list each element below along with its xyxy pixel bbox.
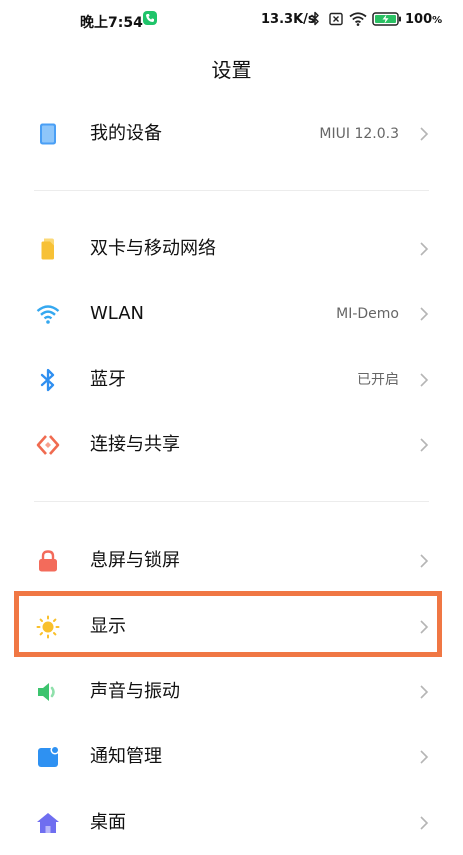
chevron-right-icon: [419, 241, 429, 257]
status-time: 晚上7:54: [80, 15, 143, 31]
settings-item-dual-sim[interactable]: 双卡与移动网络: [0, 217, 463, 281]
section-divider: [34, 501, 429, 502]
chevron-right-icon: [419, 553, 429, 569]
settings-item-sound-vibration[interactable]: 声音与振动: [0, 660, 463, 724]
section-divider: [34, 190, 429, 191]
home-icon: [36, 811, 60, 835]
bluetooth-icon: [310, 11, 320, 30]
settings-item-label: 蓝牙: [90, 369, 126, 390]
settings-item-value: MI-Demo: [336, 306, 399, 322]
highlight-box: [14, 591, 442, 657]
chevron-right-icon: [419, 815, 429, 831]
settings-item-notifications[interactable]: 通知管理: [0, 725, 463, 789]
battery-charging-icon: [372, 11, 402, 30]
settings-item-value: MIUI 12.0.3: [319, 126, 399, 142]
phone-call-icon: [143, 11, 157, 25]
chevron-right-icon: [419, 306, 429, 322]
settings-item-label: 连接与共享: [90, 434, 180, 455]
settings-item-lock-screen[interactable]: 息屏与锁屏: [0, 529, 463, 593]
chevron-right-icon: [419, 749, 429, 765]
chevron-right-icon: [419, 684, 429, 700]
battery-percent: 100%: [405, 12, 443, 27]
lock-icon: [36, 549, 60, 573]
settings-item-label: 桌面: [90, 812, 126, 833]
settings-item-label: 声音与振动: [90, 681, 180, 702]
notification-icon: [36, 745, 60, 769]
speaker-icon: [36, 680, 60, 704]
network-speed: 13.3K/s: [261, 12, 316, 27]
bluetooth-icon: [36, 368, 60, 392]
chevron-right-icon: [419, 126, 429, 142]
device-icon: [36, 122, 60, 146]
settings-item-bluetooth[interactable]: 蓝牙 已开启: [0, 348, 463, 412]
sim-card-icon: [36, 237, 60, 261]
settings-item-home-screen[interactable]: 桌面: [0, 791, 463, 855]
connection-share-icon: [36, 433, 60, 457]
no-sim-icon: [329, 11, 343, 30]
settings-item-label: 通知管理: [90, 746, 162, 767]
settings-item-wlan[interactable]: WLAN MI-Demo: [0, 282, 463, 346]
wifi-icon: [349, 11, 367, 30]
wifi-icon: [36, 302, 60, 326]
settings-item-label: 息屏与锁屏: [90, 550, 180, 571]
settings-item-connection-share[interactable]: 连接与共享: [0, 413, 463, 477]
settings-item-my-device[interactable]: 我的设备 MIUI 12.0.3: [0, 102, 463, 166]
settings-item-value: 已开启: [357, 372, 399, 388]
settings-item-label: 我的设备: [90, 123, 162, 144]
chevron-right-icon: [419, 372, 429, 388]
settings-item-label: WLAN: [90, 303, 145, 324]
settings-item-label: 双卡与移动网络: [90, 238, 216, 259]
status-bar: 晚上7:54 13.3K/s 100%: [0, 0, 463, 40]
page-title: 设置: [211, 58, 252, 82]
chevron-right-icon: [419, 437, 429, 453]
